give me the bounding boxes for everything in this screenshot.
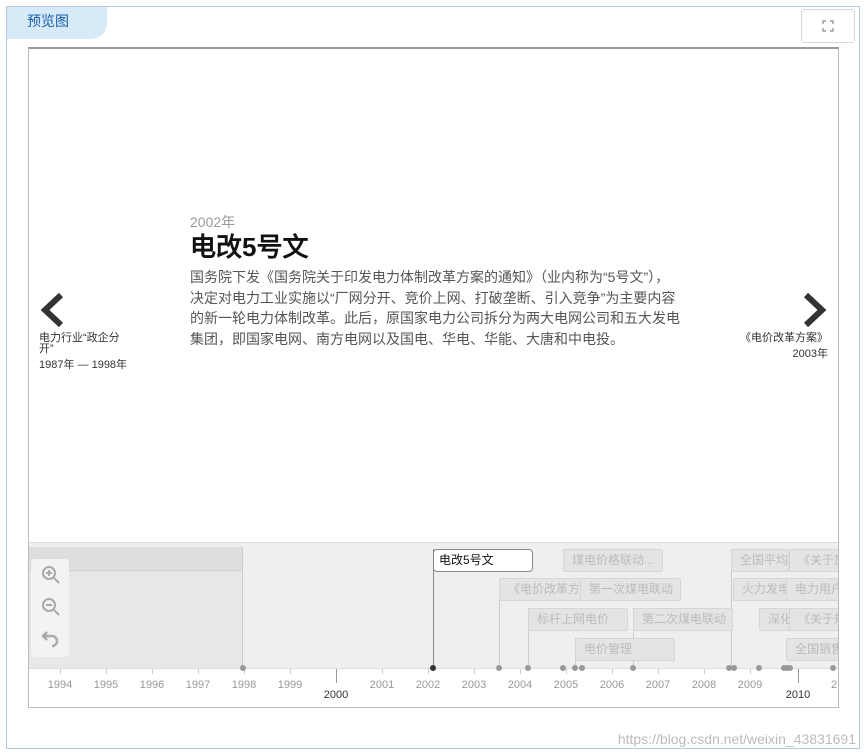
axis-year-label: 1994 (47, 679, 73, 691)
timeline-marker[interactable]: 火力发电 (733, 578, 789, 601)
event-dot (830, 665, 836, 671)
preview-panel: 预览图 2002年 电改5号文 国务院下发《国务院关于印发电力体制改革方案的通知… (6, 6, 860, 749)
timeline-marker[interactable]: 第一次煤电联动 (580, 578, 681, 601)
timeline-marker[interactable]: 《关于加 (789, 549, 838, 572)
undo-icon[interactable] (41, 629, 61, 649)
event-dot (572, 665, 578, 671)
axis-year-label: 2000 (323, 689, 349, 701)
event-dot (560, 665, 566, 671)
event-dot-current (430, 665, 436, 671)
current-slide: 2002年 电改5号文 国务院下发《国务院关于印发电力体制改革方案的通知》（业内… (190, 214, 690, 349)
timeline-marker[interactable]: 标杆上网电价 (528, 608, 628, 631)
axis-year-label: 2007 (645, 679, 671, 691)
timeline-marker[interactable]: 第二次煤电联动 (633, 608, 733, 631)
event-dot (496, 665, 502, 671)
event-dot (630, 665, 636, 671)
next-slide-button[interactable]: 《电价改革方案》 2003年 (738, 293, 828, 360)
timeline-marker[interactable]: 电力用户 (786, 578, 838, 601)
event-dot (579, 665, 585, 671)
prev-slide-title: 电力行业“政企分开” (39, 332, 120, 355)
next-slide-date: 2003年 (792, 348, 828, 360)
fullscreen-icon (822, 20, 834, 32)
axis-year-label: 2 (830, 679, 838, 691)
prev-slide-date: 1987年 — 1998年 (39, 359, 128, 371)
preview-tab[interactable]: 预览图 (7, 7, 107, 39)
slide-date: 2002年 (190, 214, 236, 230)
timeline-navigator[interactable]: 电改5号文 煤电价格联动... 《电价改革方... 第一次煤电联动 标杆上网电价… (29, 542, 838, 707)
chevron-right-icon (803, 293, 827, 327)
event-dot (756, 665, 762, 671)
slide-text: 国务院下发《国务院关于印发电力体制改革方案的通知》（业内称为“5号文”），决定对… (190, 269, 680, 347)
zoom-out-icon[interactable] (41, 597, 61, 617)
next-slide-title: 《电价改革方案》 (740, 332, 828, 344)
timeline-marker[interactable]: 深化 (759, 608, 791, 631)
timeline-marker-current[interactable]: 电改5号文 (433, 549, 533, 572)
axis-year-label: 2009 (737, 679, 763, 691)
zoom-in-icon[interactable] (41, 565, 61, 585)
axis-year-label: 2001 (369, 679, 395, 691)
axis-year-label: 2006 (599, 679, 625, 691)
axis-year-label: 1995 (93, 679, 119, 691)
watermark: https://blog.csdn.net/weixin_43831691 (617, 731, 856, 747)
axis-year-label: 2010 (785, 689, 811, 701)
chevron-left-icon (40, 293, 64, 327)
timeline-marker[interactable]: 煤电价格联动... (563, 549, 663, 572)
timeline-marker[interactable]: 电价管理 (575, 638, 675, 661)
axis-year-label: 2003 (461, 679, 487, 691)
axis-year-label: 1997 (185, 679, 211, 691)
event-dot (525, 665, 531, 671)
axis-year-label: 2005 (553, 679, 579, 691)
timeline-marker[interactable]: 全国销售 (786, 638, 838, 661)
timeline-marker[interactable]: 《电价改革方... (499, 578, 587, 601)
timeline-marker[interactable]: 《关于规 (789, 608, 838, 631)
fullscreen-button[interactable] (801, 9, 855, 43)
timeline-marker[interactable]: 全国平均销 (731, 549, 789, 572)
axis-year-label: 2002 (415, 679, 441, 691)
timeline: 2002年 电改5号文 国务院下发《国务院关于印发电力体制改革方案的通知》（业内… (28, 47, 839, 708)
event-dot (731, 665, 737, 671)
axis-year-label: 1999 (277, 679, 303, 691)
axis-year-label: 2004 (507, 679, 533, 691)
era-end-dot (240, 665, 246, 671)
axis-year-label: 2008 (691, 679, 717, 691)
event-dot (787, 665, 793, 671)
prev-slide-button[interactable]: 电力行业“政企分开” 1987年 — 1998年 (39, 293, 129, 371)
time-axis: 1994 1995 1996 1997 1998 1999 2000 2001 … (29, 665, 838, 707)
axis-year-label: 1998 (231, 679, 257, 691)
axis-year-label: 1996 (139, 679, 165, 691)
zoom-controls (31, 559, 69, 657)
slide-title: 电改5号文 (190, 232, 309, 262)
